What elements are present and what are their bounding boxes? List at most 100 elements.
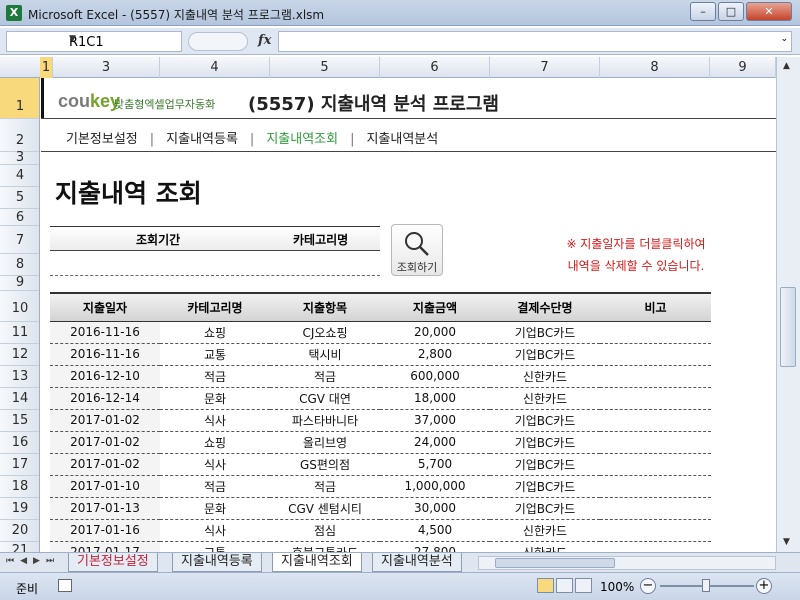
row-header[interactable]: 11 — [0, 322, 39, 344]
excel-app-icon[interactable]: X — [6, 5, 22, 21]
table-row[interactable]: 2016-11-16 교통 택시비 2,800 기업BC카드 — [50, 343, 711, 366]
cell-amount: 600,000 — [380, 365, 490, 388]
row-header[interactable]: 12 — [0, 344, 39, 366]
sheet-tab-inquiry[interactable]: 지출내역조회 — [272, 553, 362, 572]
nav-item-register[interactable]: 지출내역등록 — [166, 128, 238, 147]
name-box[interactable]: R1C1 ▼ — [6, 31, 182, 52]
row-header[interactable]: 8 — [0, 254, 39, 276]
column-header[interactable]: 6 — [380, 57, 490, 78]
window-title: Microsoft Excel - (5557) 지출내역 분석 프로그램.xl… — [28, 8, 325, 22]
sheet-tab-analysis[interactable]: 지출내역분석 — [372, 553, 462, 572]
column-header[interactable]: 4 — [160, 57, 270, 78]
row-header[interactable]: 20 — [0, 520, 39, 542]
column-header[interactable]: 3 — [53, 57, 160, 78]
cell-note — [600, 321, 711, 344]
logo-text: coukey — [58, 91, 121, 111]
row-header[interactable]: 19 — [0, 498, 39, 520]
column-header[interactable]: 7 — [490, 57, 600, 78]
row-header[interactable]: 14 — [0, 388, 39, 410]
table-row[interactable]: 2016-12-14 문화 CGV 대연 18,000 신한카드 — [50, 387, 711, 410]
sheet-nav-arrows-icon[interactable]: ⏮◀▶⏭ — [6, 556, 60, 566]
worksheet[interactable]: coukey 맞춤형엑셀업무자동화 (5557) 지출내역 분석 프로그램 기본… — [41, 78, 776, 552]
period-input[interactable] — [50, 252, 215, 276]
zoom-out-icon[interactable]: − — [640, 578, 656, 594]
cell-category: 식사 — [160, 453, 270, 476]
vertical-scroll-thumb[interactable] — [780, 287, 796, 367]
table-row[interactable]: 2017-01-16 식사 점심 4,500 신한카드 — [50, 519, 711, 542]
cell-note — [600, 431, 711, 454]
row-header[interactable]: 7 — [0, 226, 39, 254]
cell-date[interactable]: 2017-01-16 — [50, 519, 160, 542]
column-header[interactable]: 1 — [40, 57, 53, 78]
sheet-tab-basic-settings[interactable]: 기본정보설정 — [68, 553, 158, 572]
column-header[interactable]: 8 — [600, 57, 710, 78]
table-row[interactable]: 2017-01-10 적금 적금 1,000,000 기업BC카드 — [50, 475, 711, 498]
minimize-button[interactable]: – — [690, 2, 716, 21]
nav-item-inquiry[interactable]: 지출내역조회 — [266, 128, 338, 147]
page-break-view-icon[interactable] — [575, 578, 592, 593]
row-header[interactable]: 3 — [0, 151, 39, 165]
macro-record-icon[interactable] — [58, 579, 72, 592]
row-header[interactable]: 4 — [0, 165, 39, 187]
row-header[interactable]: 5 — [0, 187, 39, 209]
scroll-up-icon[interactable]: ▲ — [783, 61, 790, 71]
cell-date[interactable]: 2016-12-14 — [50, 387, 160, 410]
row-header[interactable]: 2 — [0, 119, 39, 152]
scroll-down-icon[interactable]: ▼ — [783, 537, 790, 547]
row-header[interactable]: 6 — [0, 209, 39, 226]
function-icon[interactable]: fx — [258, 33, 271, 48]
nav-divider — [41, 151, 776, 152]
table-row[interactable]: 2016-11-16 쇼핑 CJ오쇼핑 20,000 기업BC카드 — [50, 321, 711, 344]
category-input[interactable] — [240, 252, 380, 276]
row-header[interactable]: 21 — [0, 542, 39, 552]
cell-date[interactable]: 2017-01-10 — [50, 475, 160, 498]
cell-amount: 2,800 — [380, 343, 490, 366]
cell-date[interactable]: 2017-01-02 — [50, 453, 160, 476]
search-button[interactable]: 조회하기 — [391, 224, 443, 276]
table-row[interactable]: 2017-01-02 쇼핑 올리브영 24,000 기업BC카드 — [50, 431, 711, 454]
row-header[interactable]: 15 — [0, 410, 39, 432]
column-title-item: 지출항목 — [270, 292, 380, 322]
cell-date[interactable]: 2017-01-02 — [50, 431, 160, 454]
sheet-tab-register[interactable]: 지출내역등록 — [172, 553, 262, 572]
zoom-in-icon[interactable]: + — [756, 578, 772, 594]
row-header[interactable]: 16 — [0, 432, 39, 454]
row-header[interactable]: 17 — [0, 454, 39, 476]
horizontal-scroll-thumb[interactable] — [495, 558, 615, 568]
row-header[interactable]: 9 — [0, 276, 39, 291]
cell-date[interactable]: 2016-12-10 — [50, 365, 160, 388]
program-title: (5557) 지출내역 분석 프로그램 — [248, 94, 499, 115]
cell-date[interactable]: 2017-01-02 — [50, 409, 160, 432]
column-header[interactable]: 9 — [710, 57, 776, 78]
page-layout-view-icon[interactable] — [556, 578, 573, 593]
row-header[interactable]: 13 — [0, 366, 39, 388]
row-header[interactable]: 18 — [0, 476, 39, 498]
cell-date[interactable]: 2017-01-13 — [50, 497, 160, 520]
chevron-down-icon[interactable]: ▼ — [69, 34, 177, 44]
table-row[interactable]: 2017-01-02 식사 파스타바니타 37,000 기업BC카드 — [50, 409, 711, 432]
vertical-scrollbar[interactable]: ▲ ▼ — [776, 57, 800, 552]
close-button[interactable]: ✕ — [746, 2, 792, 21]
zoom-slider-thumb[interactable] — [702, 579, 710, 592]
row-header[interactable]: 1 — [0, 78, 39, 119]
cell-date[interactable]: 2016-11-16 — [50, 343, 160, 366]
expand-formula-icon[interactable]: ⌄ — [780, 34, 788, 44]
maximize-button[interactable]: □ — [718, 2, 744, 21]
table-row[interactable]: 2017-01-17교통후불교통카드27,800신한카드 — [50, 541, 711, 552]
nav-separator: | — [249, 132, 255, 147]
zoom-level[interactable]: 100% — [600, 580, 634, 594]
nav-item-analysis[interactable]: 지출내역분석 — [366, 128, 438, 147]
row-header[interactable]: 10 — [0, 291, 39, 322]
cell-date[interactable]: 2016-11-16 — [50, 321, 160, 344]
cell-date[interactable]: 2017-01-17 — [50, 541, 160, 552]
column-header[interactable]: 5 — [270, 57, 380, 78]
table-row[interactable]: 2017-01-13 문화 CGV 센텀시티 30,000 기업BC카드 — [50, 497, 711, 520]
normal-view-icon[interactable] — [537, 578, 554, 593]
formula-input[interactable]: ⌄ — [278, 31, 792, 52]
cell-note — [600, 343, 711, 366]
table-row[interactable]: 2016-12-10 적금 적금 600,000 신한카드 — [50, 365, 711, 388]
cell-amount: 18,000 — [380, 387, 490, 410]
horizontal-scrollbar[interactable] — [478, 556, 776, 570]
nav-item-basic-settings[interactable]: 기본정보설정 — [66, 128, 138, 147]
table-row[interactable]: 2017-01-02 식사 GS편의점 5,700 기업BC카드 — [50, 453, 711, 476]
